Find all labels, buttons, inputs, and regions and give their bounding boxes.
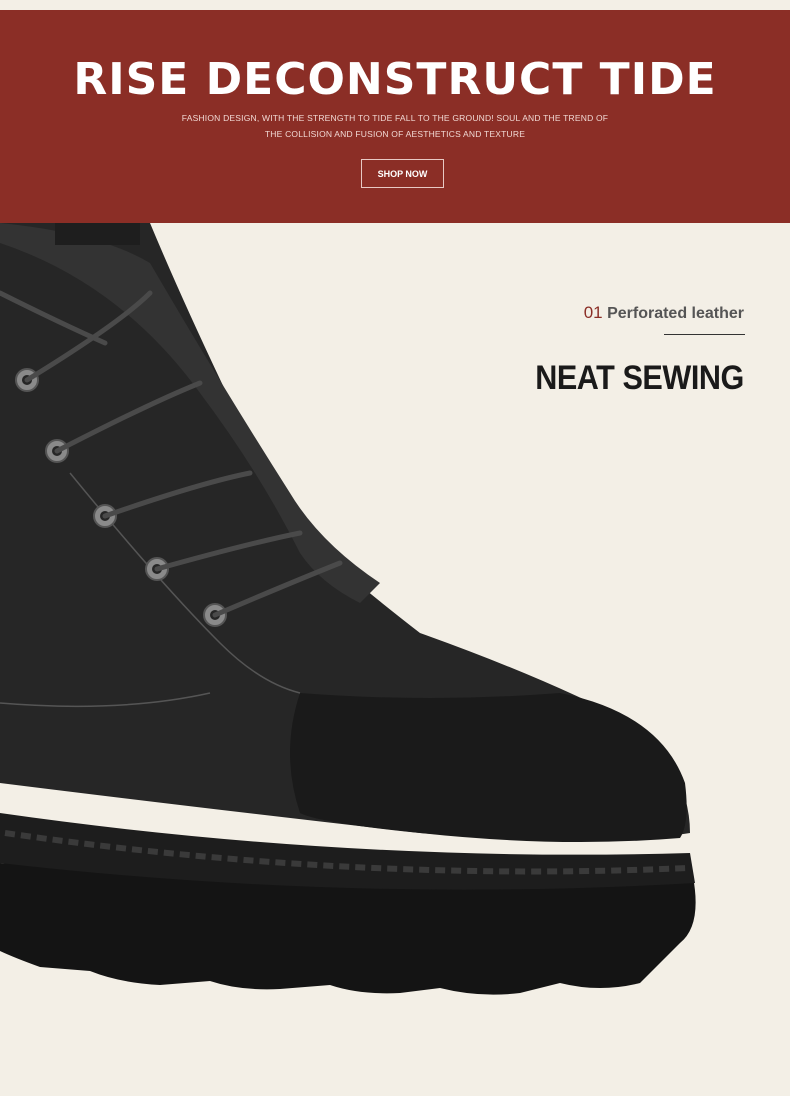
boot-image: [0, 223, 696, 995]
feature-label: 01 Perforated leather: [584, 303, 744, 323]
promo-banner: RISE DECONSTRUCT TIDE FASHION DESIGN, WI…: [0, 10, 790, 223]
banner-title: RISE DECONSTRUCT TIDE: [73, 54, 717, 105]
banner-subtitle-line2: THE COLLISION AND FUSION OF AESTHETICS A…: [264, 129, 526, 139]
banner-subtitle-line1: FASHION DESIGN, WITH THE STRENGTH TO TID…: [181, 113, 609, 123]
feature-number: 01: [583, 303, 603, 322]
product-photo: 01 Perforated leather NEAT SEWING: [0, 223, 790, 1096]
feature-label-text: Perforated leather: [607, 305, 744, 322]
feature-divider: [664, 334, 745, 335]
feature-title: NEAT SEWING: [535, 359, 744, 397]
top-strip: [0, 0, 790, 10]
shop-now-button[interactable]: SHOP NOW: [361, 159, 444, 188]
